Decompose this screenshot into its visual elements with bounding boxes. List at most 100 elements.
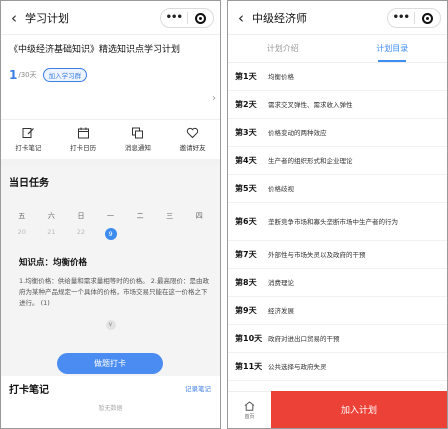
menu-punch-notes[interactable]: 打卡笔记 (1, 120, 56, 159)
join-group-button[interactable]: 加入学习群 (42, 68, 88, 82)
progress-total: /30天 (18, 71, 37, 79)
chevron-down-icon: ∨ (105, 320, 116, 330)
day-topic: 价格变动的两种效应 (268, 128, 327, 137)
add-plan-button[interactable]: 加入计划 (271, 391, 447, 428)
back-arrow-icon[interactable]: ‹ (3, 9, 25, 27)
knowledge-point-title: 知识点：均衡价格 (19, 258, 88, 268)
day-label: 第4天 (235, 156, 257, 165)
day-label: 第3天 (235, 128, 257, 137)
mini-program-capsule: ••• (160, 8, 214, 28)
study-plan-screen: ‹ 学习计划 ••• 《中级经济基础知识》精选知识点学习计划 1 /30天 加入… (0, 0, 221, 429)
date-cell-today[interactable]: 9 (96, 228, 126, 240)
menu-punch-calendar[interactable]: 打卡日历 (56, 120, 111, 159)
day-label: 第7天 (235, 250, 257, 259)
note-edit-icon (22, 128, 34, 138)
close-target-icon[interactable] (188, 12, 214, 24)
weekday: 一 (107, 212, 115, 220)
date-cell[interactable] (155, 228, 185, 240)
home-label: 首页 (244, 413, 255, 420)
list-item[interactable]: 第4天 生产者的组织形式和企业理论 (228, 147, 447, 175)
list-item[interactable]: 第7天 外部性与市场失灵以及政府的干预 (228, 241, 447, 269)
list-item[interactable]: 第5天 价格歧视 (228, 175, 447, 203)
notes-header: 打卡笔记 记录笔记 (1, 376, 220, 400)
list-item[interactable]: 第3天 价格变动的两种效应 (228, 119, 447, 147)
message-icon (132, 127, 144, 139)
list-item[interactable]: 第1天 均衡价格 (228, 63, 447, 91)
list-item[interactable]: 第2天 需求交叉弹性、需求收入弹性 (228, 91, 447, 119)
list-item[interactable]: 第9天 经济发展 (228, 297, 447, 325)
section-divider (1, 159, 220, 166)
menu-invite-friends[interactable]: 邀请好友 (165, 120, 220, 159)
list-item[interactable]: 第6天 垄断竞争市场和寡头垄断市场中生产者的行为 (228, 203, 447, 241)
date-cell[interactable]: 22 (66, 228, 96, 240)
date-cell[interactable]: 21 (37, 228, 67, 240)
back-arrow-icon[interactable]: ‹ (230, 9, 252, 27)
list-item[interactable]: 第11天 公共选择与政府失灵 (228, 353, 447, 381)
day-topic: 外部性与市场失灵以及政府的干预 (268, 250, 366, 259)
tab-bar: 计划介绍 计划目录 (228, 35, 447, 63)
day-topic: 垄断竞争市场和寡头垄断市场中生产者的行为 (268, 217, 398, 226)
day-list: 第1天 均衡价格 第2天 需求交叉弹性、需求收入弹性 第3天 价格变动的两种效应 第4… (228, 63, 447, 381)
plan-title: 《中级经济基础知识》精选知识点学习计划 (9, 45, 181, 55)
day-topic: 经济发展 (268, 306, 294, 315)
plan-catalog-screen: ‹ 中级经济师 ••• 计划介绍 计划目录 第1天 均衡价格 第2天 需求交叉弹性、… (227, 0, 448, 429)
calendar-icon (77, 127, 89, 139)
day-label: 第11天 (235, 362, 263, 371)
day-topic: 消费理论 (268, 278, 294, 287)
nav-title: 中级经济师 (252, 11, 307, 25)
home-button[interactable]: 首页 (228, 391, 271, 428)
nav-title: 学习计划 (25, 11, 69, 25)
nav-bar: ‹ 中级经济师 ••• (228, 1, 447, 35)
day-topic: 价格歧视 (268, 184, 294, 193)
empty-state-text: 暂无数据 (98, 405, 123, 412)
heart-share-icon (186, 127, 199, 139)
plan-header[interactable]: 《中级经济基础知识》精选知识点学习计划 1 /30天 加入学习群 › (1, 35, 220, 119)
more-dots-icon[interactable]: ••• (388, 9, 414, 27)
menu-notifications[interactable]: 消息通知 (111, 120, 166, 159)
day-label: 第5天 (235, 184, 257, 193)
weekday: 三 (166, 212, 174, 220)
quick-menu: 打卡笔记 打卡日历 消息通知 邀请好友 (1, 119, 220, 159)
day-topic: 需求交叉弹性、需求收入弹性 (268, 100, 353, 109)
day-label: 第1天 (235, 72, 257, 81)
day-label: 第9天 (235, 306, 257, 315)
weekday: 日 (77, 212, 85, 220)
weekday: 四 (195, 212, 203, 220)
mini-program-capsule: ••• (387, 8, 441, 28)
today-task-title: 当日任务 (9, 178, 49, 189)
menu-label: 打卡日历 (70, 144, 97, 152)
punch-in-button[interactable]: 做题打卡 (57, 353, 163, 374)
weekday: 二 (136, 212, 144, 220)
day-label: 第10天 (235, 334, 263, 343)
record-notes-link[interactable]: 记录笔记 (185, 383, 211, 393)
more-dots-icon[interactable]: ••• (161, 9, 187, 27)
notes-title: 打卡笔记 (9, 384, 49, 396)
menu-label: 消息通知 (124, 144, 151, 152)
tab-plan-intro[interactable]: 计划介绍 (228, 35, 338, 62)
day-label: 第6天 (235, 217, 257, 226)
day-label: 第8天 (235, 278, 257, 287)
nav-bar: ‹ 学习计划 ••• (1, 1, 220, 35)
progress-current: 1 (9, 68, 18, 82)
list-item[interactable]: 第8天 消费理论 (228, 269, 447, 297)
home-icon (244, 400, 255, 411)
list-item[interactable]: 第10天 政府对进出口贸易的干预 (228, 325, 447, 353)
weekday: 六 (47, 212, 55, 220)
expand-button[interactable]: ∨ (1, 311, 220, 330)
knowledge-point-body: 1.均衡价格：供给量和需求量相等时的价格。 2.最高限价：是由政府为某种产品规定… (19, 277, 209, 307)
date-cell[interactable]: 20 (7, 228, 37, 240)
close-target-icon[interactable] (415, 12, 441, 24)
today-task-section: 当日任务 五 六 日 一 二 三 四 20 21 22 9 知识点：均衡价格 1… (1, 166, 220, 376)
date-cell[interactable] (125, 228, 155, 240)
day-topic: 均衡价格 (268, 72, 294, 81)
tab-plan-catalog[interactable]: 计划目录 (338, 35, 448, 62)
menu-label: 打卡笔记 (15, 144, 42, 152)
bottom-action-bar: 首页 加入计划 (228, 391, 447, 428)
chevron-right-icon[interactable]: › (212, 93, 216, 104)
date-row: 20 21 22 9 (1, 228, 220, 240)
menu-label: 邀请好友 (179, 144, 206, 152)
weekday-row: 五 六 日 一 二 三 四 (1, 211, 220, 221)
date-cell[interactable] (184, 228, 214, 240)
day-topic: 生产者的组织形式和企业理论 (268, 156, 353, 165)
day-topic: 公共选择与政府失灵 (268, 362, 327, 371)
